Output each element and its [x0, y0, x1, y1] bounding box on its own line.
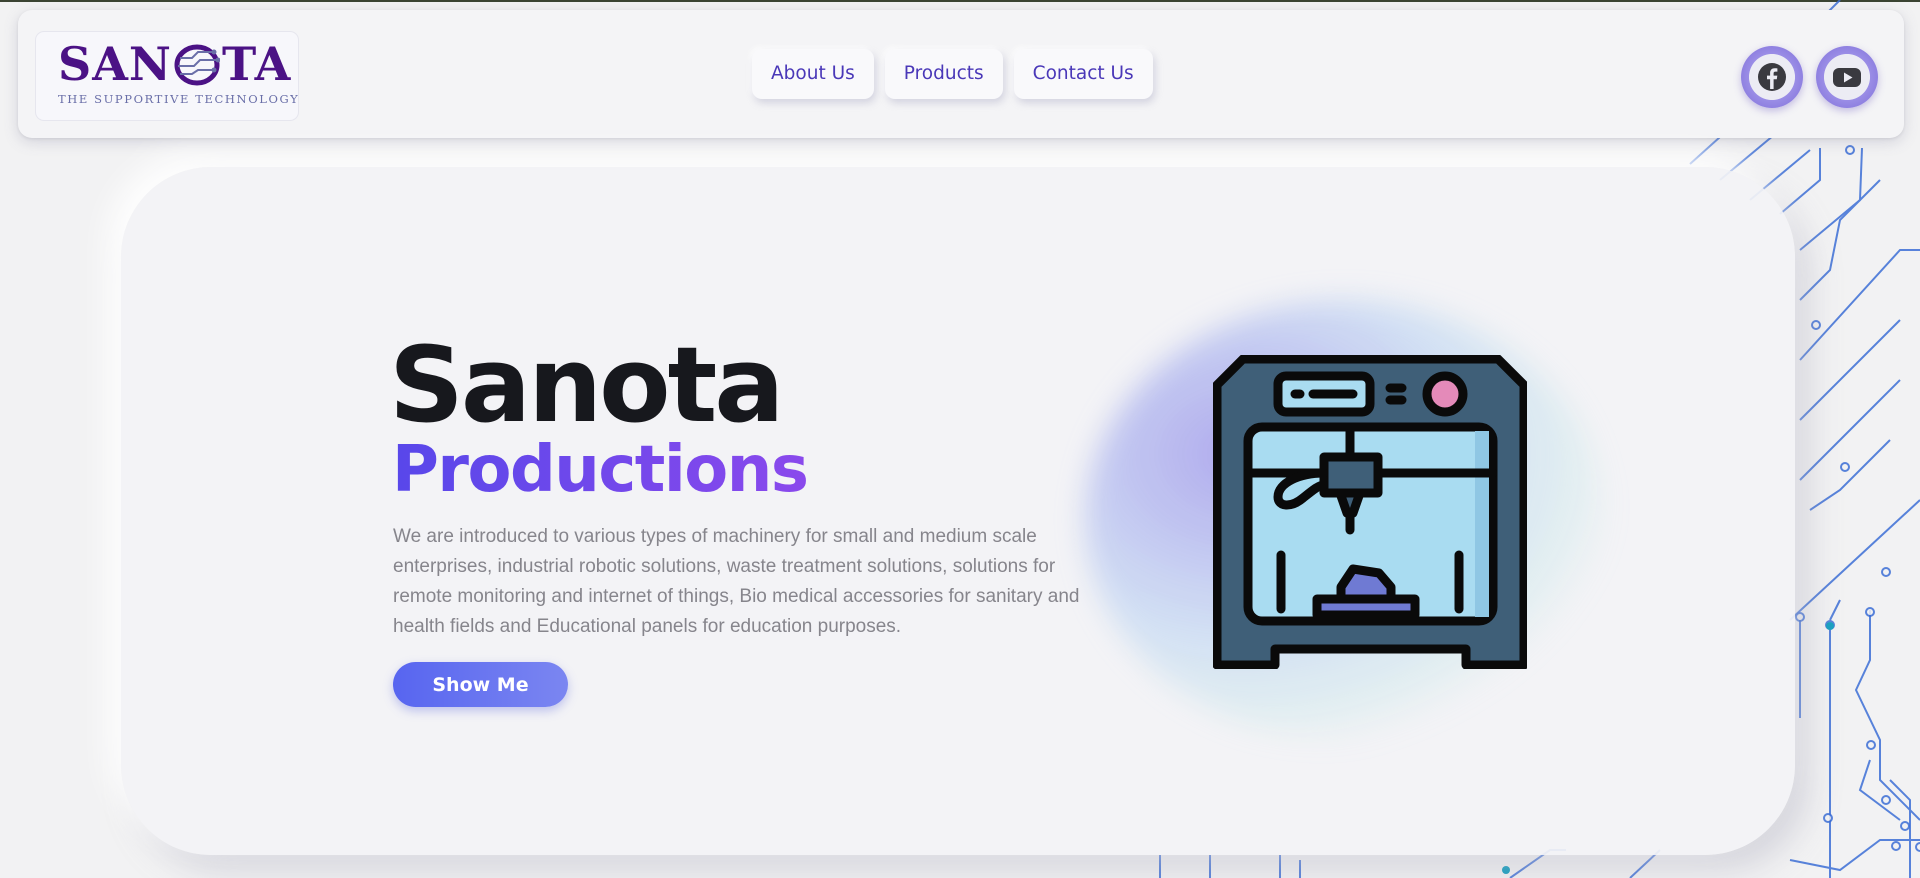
logo-text-right: TA — [221, 37, 292, 91]
circuit-o-icon — [174, 44, 220, 86]
logo[interactable]: SAN TA THE SUPPORTIVE TECHNOLOGY — [36, 32, 298, 120]
youtube-icon — [1833, 68, 1861, 87]
3d-printer-icon — [1213, 355, 1527, 669]
nav-about-us[interactable]: About Us — [752, 49, 874, 99]
facebook-icon — [1758, 63, 1786, 91]
facebook-button[interactable] — [1741, 46, 1803, 108]
show-me-button[interactable]: Show Me — [393, 662, 568, 707]
logo-wordmark: SAN TA — [58, 37, 292, 91]
nav-contact-us[interactable]: Contact Us — [1013, 49, 1153, 99]
nav-products[interactable]: Products — [884, 49, 1003, 99]
hero-subtitle: Productions — [392, 433, 809, 507]
main-nav: About Us Products Contact Us — [752, 49, 1153, 99]
youtube-button[interactable] — [1816, 46, 1878, 108]
logo-text-left: SAN — [58, 37, 172, 91]
site-header: SAN TA THE SUPPORTIVE TECHNOLOGY About U… — [18, 10, 1904, 138]
hero-description: We are introduced to various types of ma… — [393, 526, 1080, 637]
logo-tagline: THE SUPPORTIVE TECHNOLOGY — [58, 92, 300, 106]
hero-title: Sanota — [389, 324, 784, 446]
